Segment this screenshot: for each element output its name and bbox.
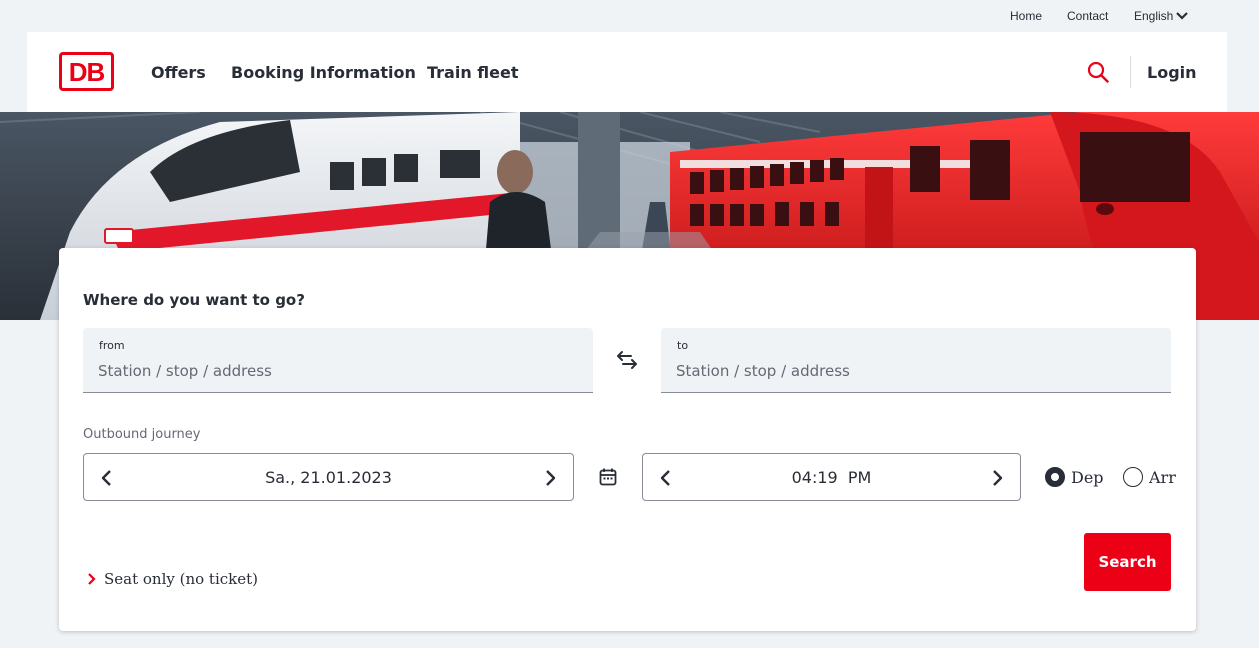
arrival-radio[interactable]: Arr (1123, 467, 1176, 487)
time-value[interactable]: 04:19 PM (643, 468, 1020, 487)
to-label: to (677, 339, 689, 352)
nav-train-fleet[interactable]: Train fleet (427, 63, 519, 82)
from-field[interactable]: from (83, 328, 593, 393)
date-stepper: Sa., 21.01.2023 (83, 453, 574, 501)
login-button[interactable]: Login (1147, 63, 1197, 82)
later-time-chevron-right-icon[interactable] (987, 468, 1007, 488)
utility-bar: Home Contact English (27, 0, 1227, 32)
departure-radio[interactable]: Dep (1045, 467, 1104, 487)
arrival-radio-dot (1123, 467, 1143, 487)
main-header: DB Offers Booking Information Train flee… (27, 32, 1227, 112)
language-label: English (1134, 9, 1174, 23)
departure-label: Dep (1071, 467, 1104, 487)
seat-only-link[interactable]: Seat only (no ticket) (87, 570, 258, 588)
to-field[interactable]: to (661, 328, 1171, 393)
search-icon[interactable] (1087, 61, 1109, 83)
time-stepper: 04:19 PM (642, 453, 1021, 501)
search-button[interactable]: Search (1084, 533, 1171, 591)
db-logo[interactable]: DB (59, 52, 114, 91)
departure-radio-dot (1045, 467, 1065, 487)
swap-stations-icon[interactable] (615, 348, 639, 372)
outbound-journey-label: Outbound journey (83, 427, 201, 442)
chevron-down-icon (1176, 12, 1189, 20)
calendar-icon[interactable] (599, 467, 617, 487)
to-input[interactable] (676, 358, 1146, 384)
nav-offers[interactable]: Offers (151, 63, 206, 82)
logo-text: DB (68, 56, 106, 87)
arrival-label: Arr (1149, 467, 1176, 487)
seat-only-label: Seat only (no ticket) (104, 570, 259, 588)
from-label: from (99, 339, 125, 352)
booking-card: Where do you want to go? from to Outboun… (59, 248, 1196, 631)
language-selector[interactable]: English (1134, 9, 1189, 23)
chevron-right-icon (88, 573, 96, 585)
nav-booking-information[interactable]: Booking Information (231, 63, 416, 82)
date-value[interactable]: Sa., 21.01.2023 (84, 468, 573, 487)
home-link[interactable]: Home (1010, 9, 1042, 23)
next-day-chevron-right-icon[interactable] (540, 468, 560, 488)
from-input[interactable] (98, 358, 568, 384)
contact-link[interactable]: Contact (1067, 9, 1108, 23)
booking-title: Where do you want to go? (83, 291, 305, 309)
header-divider (1130, 56, 1131, 88)
